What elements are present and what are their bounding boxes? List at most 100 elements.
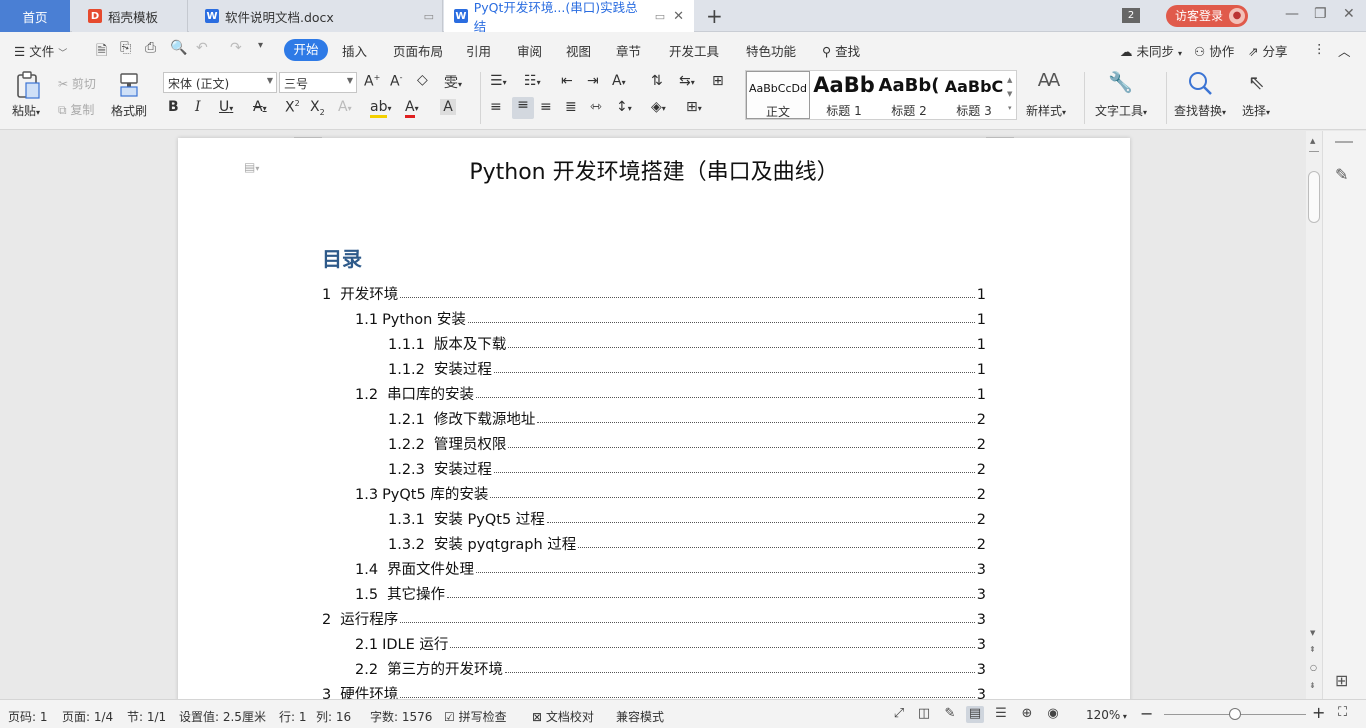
toc-entry[interactable]: 1.1.2 安装过程 1 <box>388 358 986 380</box>
tab-docer-templates[interactable]: D 稻壳模板 <box>72 0 188 32</box>
style-heading2[interactable]: AaBb( 标题 2 <box>877 71 941 119</box>
highlight-icon[interactable]: ab▾ <box>370 99 391 118</box>
scroll-up-icon[interactable]: ▲ <box>1310 137 1315 145</box>
redo-icon[interactable]: ↷ <box>230 40 242 56</box>
customize-icon[interactable]: ▾ <box>258 40 263 51</box>
line-break-icon[interactable]: ⇆▾ <box>679 73 695 89</box>
wrench-icon[interactable]: 🔧 <box>1108 70 1133 94</box>
shading-icon[interactable]: ◈▾ <box>651 99 666 115</box>
font-color-icon[interactable]: A▾ <box>405 99 419 118</box>
monitor-icon[interactable]: ▭ <box>424 10 434 23</box>
cursor-icon[interactable]: ⇖ <box>1248 70 1265 94</box>
bullet-list-icon[interactable]: ☰▾ <box>490 73 507 89</box>
fit-window-icon[interactable]: ⛶ <box>1338 705 1347 720</box>
collab-button[interactable]: ⚇ 协作 <box>1194 41 1234 60</box>
zoom-out-icon[interactable]: − <box>1140 704 1153 723</box>
toc-entry[interactable]: 1.3 PyQt5 库的安装 2 <box>355 483 986 505</box>
line-spacing-icon[interactable]: ↕▾ <box>616 99 632 115</box>
print-preview-icon[interactable]: 🔍 <box>170 40 187 56</box>
share-button[interactable]: ⇗ 分享 <box>1248 41 1287 60</box>
apps-grid-icon[interactable]: ⊞ <box>1335 671 1348 690</box>
borders-icon[interactable]: ⊞▾ <box>686 99 702 115</box>
doc-proof-button[interactable]: ⊠ 文档校对 <box>532 708 594 725</box>
bold-icon[interactable]: B <box>168 99 179 115</box>
tab-pyqt-doc[interactable]: W PyQt开发环境...(串口)实践总结 ▭ ✕ <box>444 0 694 34</box>
sync-button[interactable]: ☁ 未同步 ▾ <box>1120 41 1182 60</box>
text-effect-icon[interactable]: A▾ <box>338 99 352 115</box>
font-size-select[interactable]: 三号 ▼ <box>279 72 357 93</box>
paste-button[interactable] <box>14 70 42 100</box>
section[interactable]: 节: 1/1 <box>127 708 166 725</box>
spell-check-button[interactable]: ☑ 拼写检查 <box>444 708 507 725</box>
toc-entry[interactable]: 1.3.1 安装 PyQt5 过程 2 <box>388 508 986 530</box>
zoom-level[interactable]: 120% ▾ <box>1086 708 1127 722</box>
reading-mode-icon[interactable]: ◫ <box>915 706 933 723</box>
close-tab-icon[interactable]: ✕ <box>673 9 684 24</box>
file-menu[interactable]: ☰ 文件 ﹀ <box>14 41 67 60</box>
tab-review[interactable]: 审阅 <box>517 41 542 60</box>
tab-software-doc[interactable]: W 软件说明文档.docx ▭ <box>189 0 443 32</box>
document-area[interactable]: ▤▾ Python 开发环境搭建（串口及曲线） 目录 1 开发环境 1 1.1 Pyth… <box>0 131 1306 699</box>
fullscreen-icon[interactable]: ⤢ <box>890 706 908 723</box>
paste-label[interactable]: 粘贴▾ <box>12 102 40 119</box>
column-number[interactable]: 列: 16 <box>316 708 351 725</box>
toc-entry[interactable]: 1.2.1 修改下载源地址 2 <box>388 408 986 430</box>
align-left-icon[interactable]: ≡ <box>490 99 502 115</box>
tab-start[interactable]: 开始 <box>284 39 328 61</box>
document-title[interactable]: Python 开发环境搭建（串口及曲线） <box>178 154 1130 186</box>
tab-home[interactable]: 首页 <box>0 0 70 32</box>
toc-entry[interactable]: 1.2.2 管理员权限 2 <box>388 433 986 455</box>
document-page[interactable]: ▤▾ Python 开发环境搭建（串口及曲线） 目录 1 开发环境 1 1.1 Pyth… <box>178 137 1130 699</box>
toc-entry[interactable]: 3 硬件环境 3 <box>322 683 986 699</box>
window-count-badge[interactable]: 2 <box>1122 8 1140 23</box>
align-center-icon[interactable]: ≡ <box>512 97 534 119</box>
web-view-icon[interactable]: ⊕ <box>1018 706 1036 723</box>
toc-entry[interactable]: 2.1 IDLE 运行 3 <box>355 633 986 655</box>
tab-view[interactable]: 视图 <box>566 41 591 60</box>
outline-view-icon[interactable]: ☰ <box>992 706 1010 723</box>
font-name-select[interactable]: 宋体 (正文) ▼ <box>163 72 277 93</box>
scroll-down-icon[interactable]: ▼ <box>1310 629 1315 637</box>
eye-protect-icon[interactable]: ◉ <box>1044 706 1062 723</box>
toc-entry[interactable]: 1.1 Python 安装 1 <box>355 308 986 330</box>
edit-mode-icon[interactable]: ✎ <box>941 706 959 723</box>
style-heading3[interactable]: AaBbC 标题 3 <box>942 71 1006 119</box>
text-tools-button[interactable]: 文字工具▾ <box>1095 102 1147 119</box>
guest-login-button[interactable]: 访客登录 ● <box>1166 5 1248 27</box>
next-page-icon[interactable]: ⇟ <box>1309 681 1316 690</box>
toc-entry[interactable]: 2 运行程序 3 <box>322 608 986 630</box>
tab-chapter[interactable]: 章节 <box>616 41 641 60</box>
scroll-thumb[interactable] <box>1308 171 1320 223</box>
page-count[interactable]: 页面: 1/4 <box>62 708 113 725</box>
undo-icon[interactable]: ↶ <box>196 40 208 56</box>
grow-font-icon[interactable]: A+ <box>364 73 380 90</box>
distributed-icon[interactable]: ⇿ <box>590 99 602 115</box>
zoom-slider-knob[interactable] <box>1229 708 1241 720</box>
subscript-icon[interactable]: X2 <box>310 99 325 117</box>
toc-entry[interactable]: 1.5 其它操作 3 <box>355 583 986 605</box>
print-icon[interactable]: ⎙ <box>145 40 156 56</box>
share-doc-icon[interactable]: ⎘ <box>120 40 131 56</box>
word-count[interactable]: 字数: 1576 <box>370 708 432 725</box>
toc-entry[interactable]: 1 开发环境 1 <box>322 283 986 305</box>
superscript-icon[interactable]: X2 <box>285 99 300 116</box>
copy-button[interactable]: ⧉ 复制 <box>58 101 94 118</box>
toc-entry[interactable]: 1.4 界面文件处理 3 <box>355 558 986 580</box>
zoom-in-icon[interactable]: + <box>1312 703 1325 722</box>
collapse-ribbon-icon[interactable]: ︿ <box>1338 41 1351 60</box>
toc-entry[interactable]: 1.2 串口库的安装 1 <box>355 383 986 405</box>
shrink-font-icon[interactable]: A- <box>390 73 402 90</box>
align-right-icon[interactable]: ≡ <box>540 99 552 115</box>
text-direction-icon[interactable]: A▾ <box>612 73 626 89</box>
char-shading-icon[interactable]: A <box>440 99 456 115</box>
pen-icon[interactable]: ✎ <box>1335 165 1348 184</box>
tab-developer[interactable]: 开发工具 <box>669 41 719 60</box>
restore-icon[interactable]: ❐ <box>1314 6 1327 22</box>
style-normal[interactable]: AaBbCcDd 正文 <box>746 71 810 119</box>
save-icon[interactable]: 🗎 <box>96 40 107 64</box>
format-painter-icon[interactable] <box>118 72 140 98</box>
toc-entry[interactable]: 2.2 第三方的开发环境 3 <box>355 658 986 680</box>
close-window-icon[interactable]: ✕ <box>1343 6 1355 22</box>
pinyin-guide-icon[interactable]: 雯▾ <box>444 72 462 92</box>
tab-insert[interactable]: 插入 <box>342 41 367 60</box>
